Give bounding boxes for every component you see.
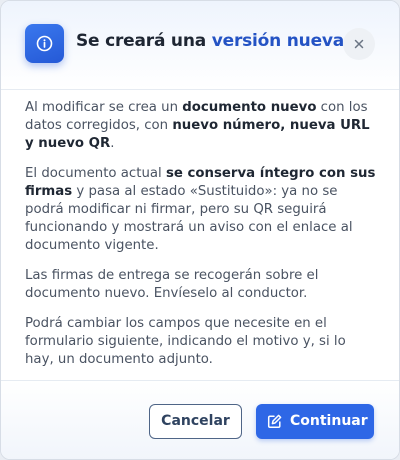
close-button[interactable] xyxy=(343,28,375,60)
emphasis: documento nuevo xyxy=(182,100,317,115)
paragraph-new-document: Al modificar se crea un documento nuevo … xyxy=(25,99,377,153)
continue-label: Continuar xyxy=(290,413,368,429)
dialog-footer: Cancelar Continuar xyxy=(1,380,399,459)
paragraph-fields: Podrá cambiar los campos que necesite en… xyxy=(25,316,346,367)
text: El documento actual xyxy=(25,166,166,181)
cancel-button[interactable]: Cancelar xyxy=(149,404,242,439)
close-icon xyxy=(354,39,364,49)
dialog-title: Se creará una versión nueva xyxy=(76,31,344,51)
dialog-title-accent: versión nueva xyxy=(211,31,345,51)
text: . xyxy=(110,136,115,151)
text: y pasa al estado «Sustituido»: ya no se … xyxy=(25,184,353,253)
info-icon xyxy=(25,24,64,63)
continue-button[interactable]: Continuar xyxy=(256,404,374,439)
paragraph-signatures: Las firmas de entrega se recogerán sobre… xyxy=(25,268,319,301)
dialog-body: Al modificar se crea un documento nuevo … xyxy=(25,99,377,381)
dialog-header: Se creará una versión nueva xyxy=(1,1,399,90)
dialog: Se creará una versión nueva Al modificar… xyxy=(0,0,400,460)
edit-icon xyxy=(267,414,282,429)
dialog-title-text: Se creará una xyxy=(76,31,212,51)
text: Al modificar se crea un xyxy=(25,100,183,115)
paragraph-current-document: El documento actual se conserva íntegro … xyxy=(25,165,377,255)
